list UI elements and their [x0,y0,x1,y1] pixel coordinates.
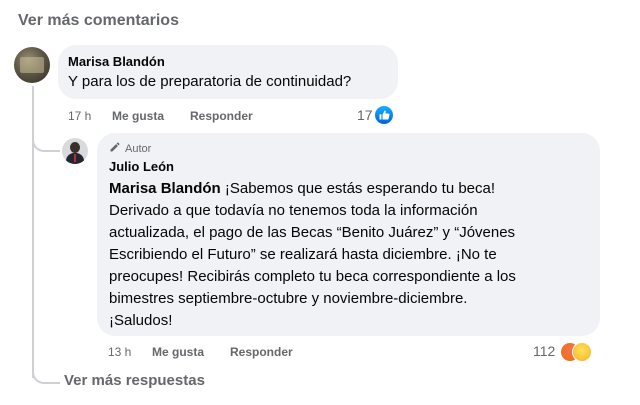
sad-icon [572,342,592,362]
reply-text-line: preocupes! Recibirás completo tu beca co… [109,268,516,285]
reply-text-line: Derivado a que todavía no tenemos toda l… [109,202,478,219]
avatar[interactable] [62,138,88,164]
reply-text: Marisa Blandón ¡Sabemos que estás espera… [109,178,589,332]
reply-author[interactable]: Julio León [109,159,174,174]
comment-bubble: Marisa Blandón Y para los de preparatori… [58,45,398,99]
like-icon [375,106,393,124]
author-badge: Autor [109,141,151,156]
like-button[interactable]: Me gusta [152,345,204,359]
reply-text-line: bimestres septiembre-octubre y noviembre… [109,290,468,307]
reply-button[interactable]: Responder [230,345,293,359]
thread-connector [32,130,60,152]
thread-connector [32,362,60,384]
like-button[interactable]: Me gusta [112,109,164,123]
reply-text-line: Escribiendo el Futuro” se realizará hast… [109,246,497,263]
reaction-count[interactable]: 112 [533,343,555,359]
avatar[interactable] [14,47,50,83]
comment-text: Y para los de preparatoria de continuida… [68,73,352,90]
reply-bubble: Autor Julio León Marisa Blandón ¡Sabemos… [97,133,600,336]
comment-author[interactable]: Marisa Blandón [68,54,165,69]
mention-link[interactable]: Marisa Blandón [109,180,221,197]
reply-timestamp[interactable]: 13 h [108,345,131,359]
reply-text-line: ¡Saludos! [109,312,173,329]
reaction-count[interactable]: 17 [357,107,373,123]
reply-text-line: Marisa Blandón ¡Sabemos que estás espera… [109,180,496,197]
view-more-comments-link[interactable]: Ver más comentarios [18,12,179,30]
reply-text-line: actualizada, el pago de las Becas “Benit… [109,224,516,241]
view-more-replies-link[interactable]: Ver más respuestas [64,372,205,389]
reaction-icons[interactable] [560,342,600,362]
pencil-icon [109,141,121,156]
comment-timestamp[interactable]: 17 h [68,109,91,123]
reply-button[interactable]: Responder [190,109,253,123]
author-badge-label: Autor [125,142,152,155]
